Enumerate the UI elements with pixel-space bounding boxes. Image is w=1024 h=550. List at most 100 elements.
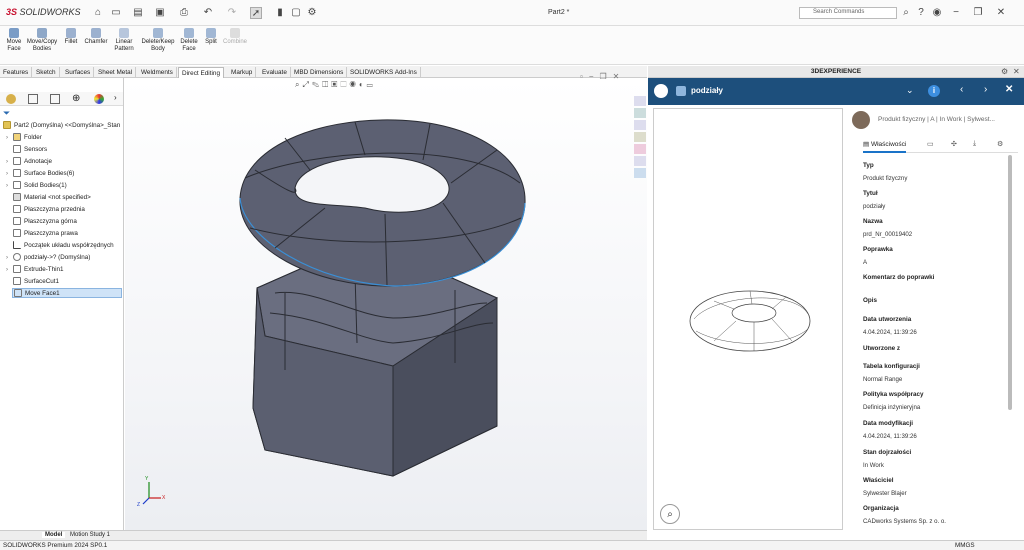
folder-icon — [13, 133, 21, 142]
close-icon[interactable]: ✕ — [995, 7, 1007, 19]
tree-item-folder[interactable]: › Folder — [6, 133, 42, 143]
tab-mbd-dimensions[interactable]: MBD Dimensions — [291, 67, 348, 78]
3d-model[interactable] — [125, 78, 647, 530]
zoom-icon[interactable]: ⌕ — [660, 504, 680, 524]
select-arrow-icon[interactable]: ➚ — [250, 7, 262, 19]
move-face-icon — [9, 28, 19, 38]
move-face-button[interactable]: Move Face — [3, 28, 25, 53]
print-icon[interactable]: ⎙ — [178, 7, 190, 19]
delete-face-icon — [184, 28, 194, 38]
tab-properties[interactable]: ▤ Właściwości — [863, 140, 907, 153]
tree-root[interactable]: Part2 (Domyślna) <<Domyślna>_Stan — [3, 121, 120, 131]
user-icon[interactable]: ◉ — [931, 7, 943, 19]
tab-sheet-metal[interactable]: Sheet Metal — [95, 67, 137, 78]
close-3dx-icon[interactable]: ✕ — [1005, 84, 1013, 95]
scrollbar[interactable] — [1008, 155, 1012, 410]
tab-markup[interactable]: Markup — [228, 67, 257, 78]
object-title: podziały — [691, 86, 724, 95]
tab-direct-editing[interactable]: Direct Editing — [178, 67, 225, 78]
chamfer-icon — [91, 28, 101, 38]
fillet-button[interactable]: Fillet — [62, 28, 80, 46]
title-bar: 3S SOLIDWORKS ⌂ ▭ ▤ ▣ ⎙ ↶ ↷ ➚ ▮ ▢ ⚙ Part… — [0, 0, 1024, 26]
search-commands-input[interactable]: Search Commands — [799, 7, 897, 19]
tab-features[interactable]: Features — [0, 67, 33, 78]
tree-item-extrude-thin1[interactable]: › Extrude-Thin1 — [6, 265, 64, 275]
minimize-icon[interactable]: − — [950, 7, 962, 19]
3dexperience-header: 3DEXPERIENCE — [648, 66, 1024, 78]
split-icon — [206, 28, 216, 38]
tab-weldments[interactable]: Weldments — [138, 67, 177, 78]
status-version: SOLIDWORKS Premium 2024 SP0.1 — [3, 542, 108, 549]
undo-icon[interactable]: ↶ — [202, 7, 214, 19]
configuration-manager-icon[interactable] — [50, 94, 60, 104]
units-selector[interactable]: MMGS — [955, 541, 975, 550]
combine-icon — [230, 28, 240, 38]
property-value: In Work — [863, 462, 884, 469]
traffic-light-icon[interactable]: ▮ — [274, 7, 286, 19]
restore-icon[interactable]: ❐ — [972, 7, 984, 19]
next-icon[interactable]: › — [984, 84, 987, 95]
tab-sketch[interactable]: Sketch — [33, 67, 60, 78]
delete-keep-body-button[interactable]: Delete/Keep Body — [140, 28, 176, 53]
tree-item-top-plane[interactable]: Płaszczyzna górna — [6, 217, 77, 227]
options-gear-icon[interactable]: ⚙ — [306, 7, 318, 19]
rebuild-icon[interactable]: ▢ — [290, 7, 302, 19]
linear-pattern-button[interactable]: Linear Pattern — [112, 28, 136, 53]
close-panel-icon[interactable]: ✕ — [1013, 67, 1020, 76]
redo-icon[interactable]: ↷ — [226, 7, 238, 19]
tree-item-sensors[interactable]: Sensors — [6, 145, 47, 155]
property-value: podziały — [863, 203, 886, 210]
comments-icon[interactable]: ▭ — [927, 140, 934, 148]
chamfer-button[interactable]: Chamfer — [82, 28, 110, 46]
property-label: Tytuł — [863, 190, 878, 197]
graphics-area[interactable]: ⌕⤢✎◫▣⬚◉◐▭ ▫−❐✕ Y X Z — [125, 72, 647, 530]
tree-item-podzialy[interactable]: › podziały->? (Domyślna) — [6, 253, 90, 263]
property-value: 4.04.2024, 11:39:26 — [863, 329, 917, 336]
help-icon[interactable]: ? — [915, 7, 927, 19]
extrude-icon — [13, 265, 21, 274]
dimxpert-icon[interactable]: ⊕ — [72, 93, 80, 104]
coordinate-triad — [142, 482, 161, 505]
settings-icon[interactable]: ⚙ — [1001, 67, 1008, 76]
new-document-icon[interactable]: ▭ — [110, 7, 122, 19]
tab-model[interactable]: Model — [42, 532, 66, 538]
split-button[interactable]: Split — [203, 28, 219, 46]
property-manager-icon[interactable] — [28, 94, 38, 104]
3dx-compass-icon[interactable] — [654, 84, 668, 98]
chevron-down-icon[interactable]: ⌄ — [906, 85, 914, 96]
tree-item-solid-bodies[interactable]: › Solid Bodies(1) — [6, 181, 67, 191]
home-icon[interactable]: ⌂ — [92, 7, 104, 19]
tree-item-right-plane[interactable]: Płaszczyzna prawa — [6, 229, 78, 239]
property-label: Polityka współpracy — [863, 391, 924, 398]
tab-evaluate[interactable]: Evaluate — [259, 67, 291, 78]
filter-icon[interactable]: ⏷ — [3, 108, 10, 119]
tree-item-material[interactable]: Material <not specified> — [6, 193, 91, 203]
tree-item-surface-bodies[interactable]: › Surface Bodies(6) — [6, 169, 74, 179]
tree-item-move-face1[interactable]: Move Face1 — [12, 288, 122, 298]
bottom-tabs: Model Motion Study 1 — [0, 530, 647, 540]
move-copy-bodies-button[interactable]: Move/Copy Bodies — [26, 28, 58, 53]
tree-item-front-plane[interactable]: Płaszczyzna przednia — [6, 205, 85, 215]
save-icon[interactable]: ▣ — [154, 7, 166, 19]
property-label: Organizacja — [863, 505, 899, 512]
property-label: Utworzone z — [863, 345, 901, 352]
relations-icon[interactable]: ✣ — [951, 140, 957, 148]
tab-motion-study[interactable]: Motion Study 1 — [70, 532, 110, 538]
open-folder-icon[interactable]: ▤ — [132, 7, 144, 19]
feature-tree-icon[interactable] — [6, 94, 16, 104]
display-manager-icon[interactable] — [94, 94, 104, 104]
search-icon[interactable]: ⌕ — [900, 7, 912, 19]
chevron-right-icon[interactable]: › — [114, 93, 117, 102]
tab-solidworks-add-ins[interactable]: SOLIDWORKS Add-Ins — [347, 67, 421, 78]
info-icon[interactable]: i — [928, 85, 940, 97]
tree-item-surfacecut1[interactable]: SurfaceCut1 — [6, 277, 59, 287]
tab-surfaces[interactable]: Surfaces — [62, 67, 95, 78]
triad-x-label: X — [162, 495, 166, 501]
tree-item-annotations[interactable]: › Adnotacje — [6, 157, 52, 167]
tree-item-origin[interactable]: Początek układu współrzędnych — [6, 241, 114, 251]
download-icon[interactable]: ⤓ — [973, 140, 976, 148]
delete-face-button[interactable]: Delete Face — [178, 28, 200, 53]
gear-icon[interactable]: ⚙ — [997, 140, 1003, 148]
previous-icon[interactable]: ‹ — [960, 84, 963, 95]
combine-button[interactable]: Combine — [221, 28, 249, 46]
